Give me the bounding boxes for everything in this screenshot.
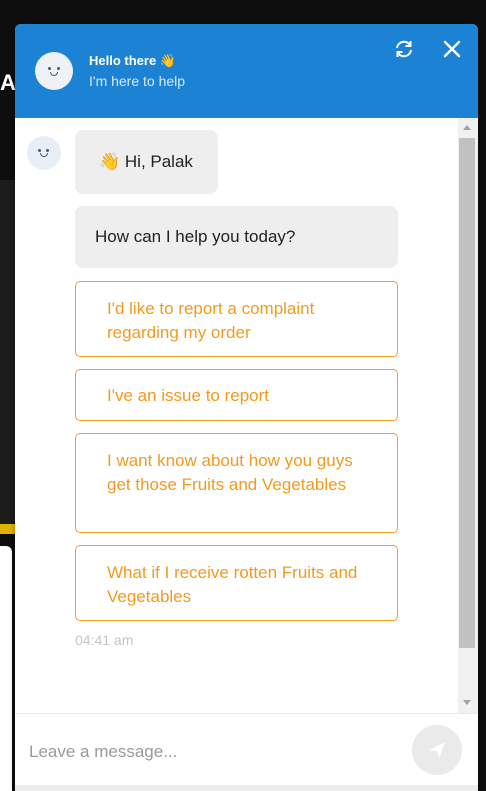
composer <box>15 713 478 791</box>
background-card <box>0 546 12 791</box>
quick-reply-rotten[interactable]: What if I receive rotten Fruits and Vege… <box>75 545 398 621</box>
quick-reply-report-complaint[interactable]: I'd like to report a complaint regarding… <box>75 281 398 357</box>
bot-avatar-icon <box>35 52 73 90</box>
send-button[interactable] <box>412 725 462 775</box>
scroll-down-icon[interactable] <box>463 700 471 705</box>
send-icon <box>429 742 445 758</box>
greeting-message: 👋 Hi, Palak <box>75 130 218 194</box>
quick-reply-issue[interactable]: I've an issue to report <box>75 369 398 421</box>
message-input[interactable] <box>29 732 399 772</box>
bot-avatar-icon <box>27 136 61 170</box>
question-message: How can I help you today? <box>75 206 398 268</box>
header-title: Hello there 👋 <box>89 53 176 68</box>
bottom-strip <box>15 785 478 791</box>
refresh-icon[interactable] <box>393 38 415 60</box>
header-subtitle: I'm here to help <box>89 73 186 89</box>
background-letter: A <box>0 70 16 95</box>
chat-widget: Hello there 👋 I'm here to help 👋 Hi, Pal… <box>15 24 478 791</box>
scrollbar[interactable] <box>458 118 478 713</box>
chat-messages[interactable]: 👋 Hi, Palak How can I help you today? I'… <box>15 118 478 713</box>
message-timestamp: 04:41 am <box>75 632 134 648</box>
chat-header: Hello there 👋 I'm here to help <box>15 24 478 118</box>
quick-reply-sourcing[interactable]: I want know about how you guys get those… <box>75 433 398 533</box>
scroll-up-icon[interactable] <box>463 125 471 130</box>
scrollbar-thumb[interactable] <box>459 138 475 648</box>
close-icon[interactable] <box>441 38 463 60</box>
